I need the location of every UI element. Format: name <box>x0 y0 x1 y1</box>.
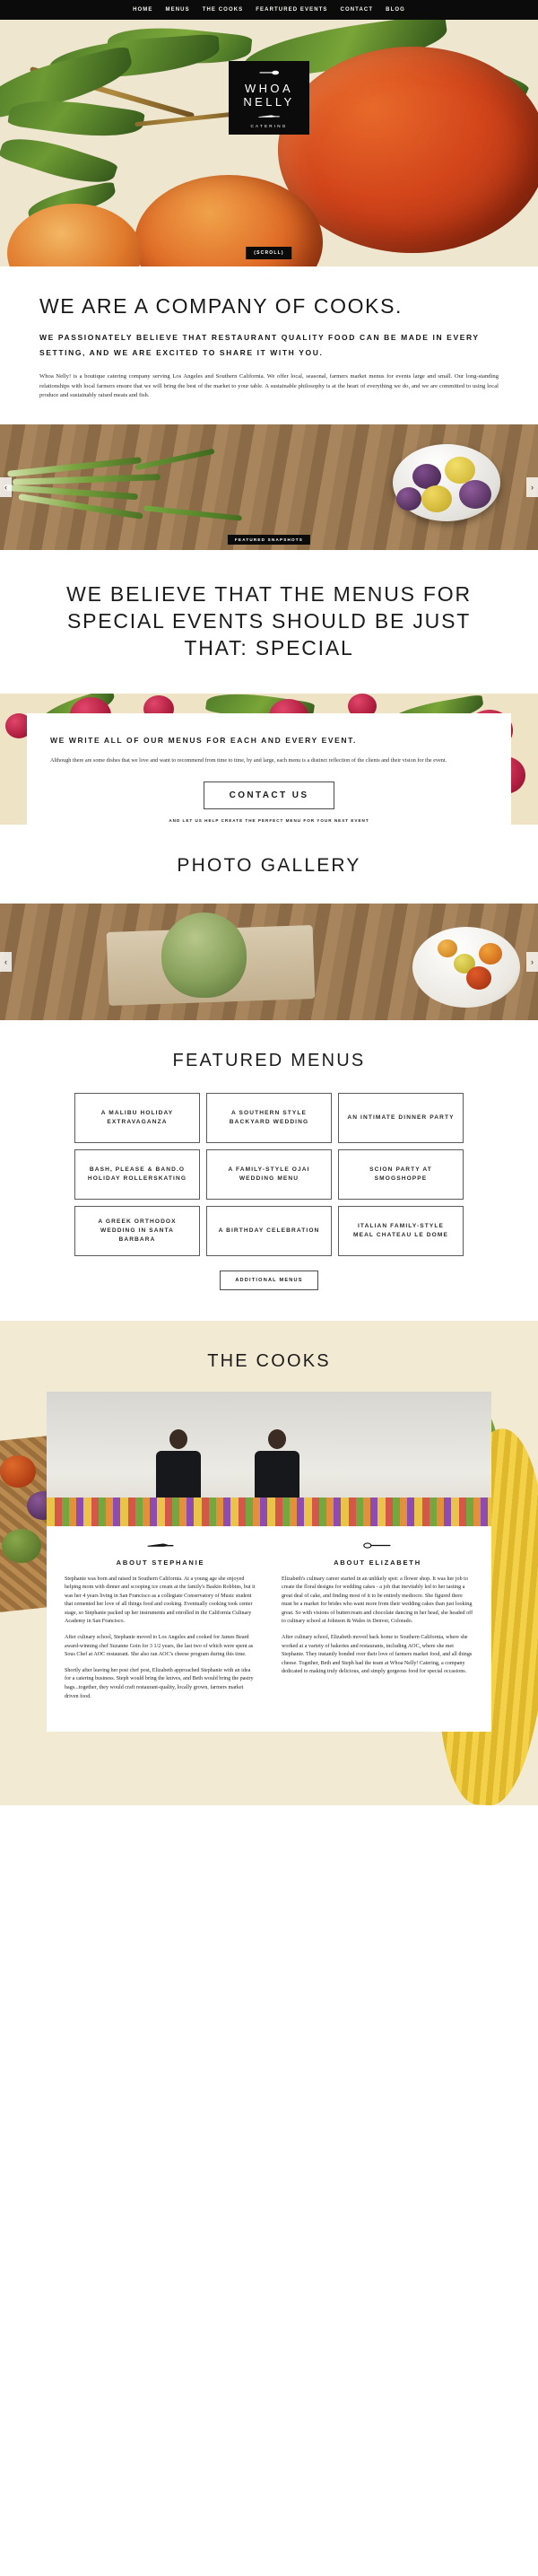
additional-menus-button[interactable]: ADDITIONAL MENUS <box>220 1270 318 1290</box>
peach-shape <box>7 204 142 266</box>
cooks-photo <box>47 1391 491 1526</box>
menu-tile[interactable]: SCION PARTY AT SMOGSHOPPE <box>338 1148 464 1200</box>
nav-item-home[interactable]: HOME <box>133 7 152 13</box>
intro-section: WE ARE A COMPANY OF COOKS. WE PASSIONATE… <box>0 266 538 424</box>
believe-heading: WE BELIEVE THAT THE MENUS FOR SPECIAL EV… <box>66 581 472 659</box>
chef-body <box>255 1450 299 1501</box>
nav-item-contact[interactable]: CONTACT <box>341 7 374 13</box>
carousel-photo <box>0 424 538 550</box>
nav-item-the-cooks[interactable]: THE COOKS <box>203 7 244 13</box>
plum-shape <box>421 485 452 512</box>
plum-shape <box>396 486 421 511</box>
nav-item-blog[interactable]: BLOG <box>386 7 405 13</box>
knife-icon <box>258 114 280 118</box>
contact-cta-note: AND LET US HELP CREATE THE PERFECT MENU … <box>169 817 369 823</box>
gallery-prev-button[interactable]: ‹ <box>0 951 12 972</box>
top-navigation: HOME MENUS THE COOKS FEARTURED EVENTS CO… <box>0 0 538 20</box>
spoon-icon <box>259 70 280 74</box>
nav-item-menus[interactable]: MENUS <box>166 7 190 13</box>
menu-tile[interactable]: A SOUTHERN STYLE BACKYARD WEDDING <box>206 1092 332 1143</box>
whisk-icon-wrapper <box>282 1541 473 1550</box>
vegetable-shape <box>0 1454 36 1488</box>
chef-head <box>169 1428 187 1449</box>
the-cooks-heading: THE COOKS <box>207 1350 331 1371</box>
intro-subheading: WE PASSIONATELY BELIEVE THAT RESTAURANT … <box>39 333 480 357</box>
plum-shape <box>459 479 491 509</box>
featured-snapshots-badge: FEATURED SNAPSHOTS <box>227 534 311 545</box>
photo-gallery-carousel: ‹ › <box>0 903 538 1020</box>
the-cooks-section: THE COOKS ABOUT STEPHANIE Stephanie was … <box>0 1320 538 1805</box>
menu-tile[interactable]: BASH, PLEASE & BAND.O HOLIDAY ROLLERSKAT… <box>74 1148 200 1200</box>
hero-banner: WHOA NELLY CATERING (SCROLL) <box>0 20 538 266</box>
elizabeth-bio-column: ABOUT ELIZABETH Elizabeth's culinary car… <box>269 1526 491 1709</box>
gallery-photo <box>0 903 538 1020</box>
chef-figure <box>154 1428 203 1501</box>
stephanie-bio-title: ABOUT STEPHANIE <box>116 1558 205 1567</box>
cooks-card: ABOUT STEPHANIE Stephanie was born and r… <box>47 1391 491 1733</box>
photo-gallery-heading: PHOTO GALLERY <box>177 854 361 876</box>
nav-item-featured-events[interactable]: FEARTURED EVENTS <box>256 7 327 13</box>
whisk-icon <box>363 1541 391 1549</box>
stephanie-bio-paragraph: Stephanie was born and raised in Souther… <box>65 1576 256 1625</box>
menu-promo-section: WE WRITE ALL OF OUR MENUS FOR EACH AND E… <box>0 693 538 825</box>
tomato-shape <box>479 942 502 965</box>
scroll-button[interactable]: (SCROLL) <box>246 247 292 259</box>
featured-menus-section: FEATURED MENUS A MALIBU HOLIDAY EXTRAVAG… <box>0 1020 538 1321</box>
vegetable-counter <box>47 1497 491 1526</box>
knife-icon-wrapper <box>65 1541 256 1550</box>
menu-tile[interactable]: A FAMILY-STYLE OJAI WEDDING MENU <box>206 1148 332 1200</box>
elizabeth-bio-title: ABOUT ELIZABETH <box>334 1558 421 1567</box>
knife-icon <box>147 1542 174 1547</box>
menu-tile[interactable]: A MALIBU HOLIDAY EXTRAVAGANZA <box>74 1092 200 1143</box>
intro-heading: WE ARE A COMPANY OF COOKS. <box>39 294 403 318</box>
menu-tile[interactable]: AN INTIMATE DINNER PARTY <box>338 1092 464 1143</box>
featured-snapshots-carousel: ‹ › FEATURED SNAPSHOTS <box>0 424 538 550</box>
chef-figure <box>253 1428 301 1501</box>
contact-cta-wrapper: CONTACT US AND LET US HELP CREATE THE PE… <box>50 765 488 825</box>
gallery-next-button[interactable]: › <box>526 951 538 972</box>
cook-bios: ABOUT STEPHANIE Stephanie was born and r… <box>47 1526 491 1709</box>
photo-gallery-header: PHOTO GALLERY <box>0 825 538 904</box>
plum-shape <box>445 456 475 484</box>
tomato-shape <box>466 965 491 990</box>
believe-section: WE BELIEVE THAT THE MENUS FOR SPECIAL EV… <box>0 550 538 694</box>
stephanie-bio-column: ABOUT STEPHANIE Stephanie was born and r… <box>47 1526 269 1709</box>
menu-tile[interactable]: ITALIAN FAMILY-STYLE MEAL CHATEAU LE DOM… <box>338 1205 464 1256</box>
artichoke-shape <box>161 912 247 998</box>
contact-us-button[interactable]: CONTACT US <box>203 781 335 809</box>
logo-subtitle: CATERING <box>250 123 288 128</box>
menu-promo-card: WE WRITE ALL OF OUR MENUS FOR EACH AND E… <box>27 712 511 825</box>
elizabeth-bio-paragraph: Elizabeth's culinary career started in a… <box>282 1576 473 1625</box>
site-logo[interactable]: WHOA NELLY CATERING <box>229 61 309 135</box>
stephanie-bio-paragraph: After culinary school, Stephanie moved t… <box>65 1635 254 1658</box>
carousel-prev-button[interactable]: ‹ <box>0 476 12 497</box>
menu-tile[interactable]: A BIRTHDAY CELEBRATION <box>206 1205 332 1256</box>
tomato-shape <box>438 939 457 957</box>
vegetable-shape <box>2 1528 41 1563</box>
elizabeth-bio-paragraph: After culinary school, Elizabeth moved b… <box>282 1635 473 1675</box>
featured-menus-grid: A MALIBU HOLIDAY EXTRAVAGANZA A SOUTHERN… <box>0 1092 538 1256</box>
menu-tile[interactable]: A GREEK ORTHODOX WEDDING IN SANTA BARBAR… <box>74 1205 200 1256</box>
hero-peach-illustration <box>0 20 538 266</box>
logo-line-1: WHOA <box>244 81 294 95</box>
chef-body <box>156 1450 201 1501</box>
stephanie-bio-paragraph: Shortly after leaving her post chef post… <box>65 1667 254 1699</box>
logo-line-2: NELLY <box>243 94 295 109</box>
menu-promo-body: Although there are some dishes that we l… <box>50 756 447 764</box>
menu-promo-heading: WE WRITE ALL OF OUR MENUS FOR EACH AND E… <box>50 735 357 745</box>
chef-head <box>268 1428 286 1449</box>
featured-menus-heading: FEATURED MENUS <box>172 1050 366 1070</box>
carousel-next-button[interactable]: › <box>526 476 538 497</box>
intro-paragraph: Whoa Nelly! is a boutique catering compa… <box>39 373 499 398</box>
